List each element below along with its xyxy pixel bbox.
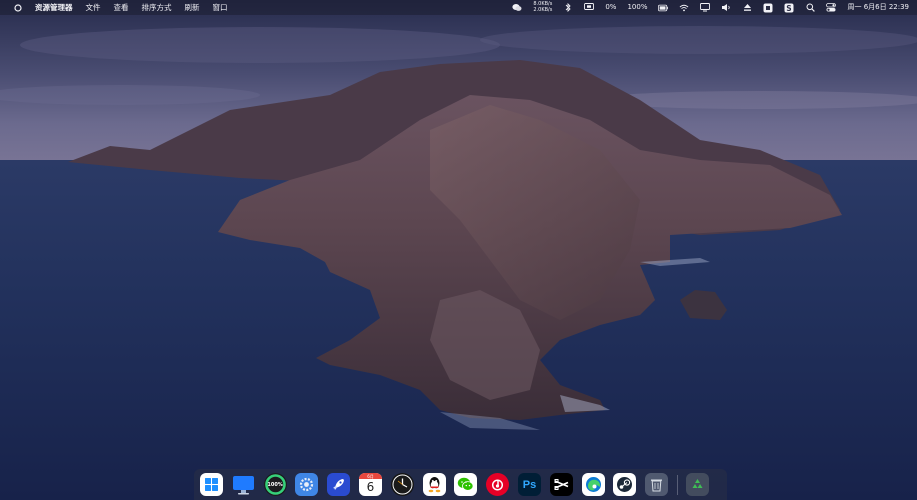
menu-bar-left: 资源管理器 文件 查看 排序方式 刷新 窗口 xyxy=(0,0,241,15)
search-icon[interactable] xyxy=(805,3,815,13)
circle-logo-icon[interactable] xyxy=(13,3,22,12)
trash-icon[interactable] xyxy=(645,473,669,496)
eject-icon[interactable] xyxy=(742,3,752,13)
menu-refresh[interactable]: 刷新 xyxy=(185,0,200,15)
capcut-icon[interactable] xyxy=(549,473,573,496)
menu-file[interactable]: 文件 xyxy=(86,0,101,15)
menu-sort[interactable]: 排序方式 xyxy=(142,0,172,15)
qq-icon[interactable] xyxy=(422,473,446,496)
battery-percent[interactable]: 100% xyxy=(627,0,647,15)
menu-window[interactable]: 窗口 xyxy=(213,0,228,15)
calendar-icon[interactable]: 6月 6 xyxy=(358,473,382,496)
steam-icon[interactable] xyxy=(613,473,637,496)
dock-separator xyxy=(676,474,678,495)
battery-icon[interactable] xyxy=(658,3,669,13)
photoshop-label: Ps xyxy=(522,478,537,491)
app-name-menu[interactable]: 资源管理器 xyxy=(35,0,73,15)
windows-start-icon[interactable] xyxy=(200,473,223,496)
wechat-icon[interactable] xyxy=(454,473,478,496)
wechat-icon[interactable] xyxy=(512,3,522,13)
clock-icon[interactable] xyxy=(390,473,414,496)
download-speed: 2.0KB/s xyxy=(533,6,553,13)
clock[interactable]: 周一 6月6日 22:39 xyxy=(847,0,909,15)
dock: 100% 6月 6 Ps xyxy=(194,469,727,500)
settings-icon[interactable] xyxy=(295,473,319,496)
progress-ring-label: 100% xyxy=(267,481,283,488)
wifi-icon[interactable] xyxy=(679,3,689,13)
network-speed[interactable]: 8.0KB/s 2.0KB/s xyxy=(533,1,553,13)
menu-view[interactable]: 查看 xyxy=(114,0,129,15)
display-icon[interactable] xyxy=(700,3,711,13)
screen-mirror-icon[interactable] xyxy=(584,3,595,13)
edge-browser-icon[interactable] xyxy=(581,473,605,496)
menu-bar-tray: 8.0KB/s 2.0KB/s 0% 100% S 周一 6月6日 22:39 xyxy=(501,0,909,15)
progress-ring-icon[interactable]: 100% xyxy=(263,473,287,496)
calendar-day: 6 xyxy=(366,480,375,494)
netease-music-icon[interactable] xyxy=(486,473,510,496)
svg-text:S: S xyxy=(787,3,792,12)
volume-icon[interactable] xyxy=(721,3,731,13)
launchpad-rocket-icon[interactable] xyxy=(327,473,351,496)
media-app-icon[interactable] xyxy=(763,3,773,13)
photoshop-icon[interactable]: Ps xyxy=(517,473,541,496)
cpu-usage[interactable]: 0% xyxy=(605,0,616,15)
bluetooth-icon[interactable] xyxy=(563,3,573,13)
menu-bar: 资源管理器 文件 查看 排序方式 刷新 窗口 8.0KB/s 2.0KB/s 0… xyxy=(0,0,917,15)
desktop-icon[interactable] xyxy=(232,473,255,496)
recycle-bin-icon[interactable] xyxy=(685,473,709,496)
s-app-icon[interactable]: S xyxy=(784,3,794,13)
control-center-icon[interactable] xyxy=(826,3,837,13)
desktop-wallpaper xyxy=(0,0,917,500)
